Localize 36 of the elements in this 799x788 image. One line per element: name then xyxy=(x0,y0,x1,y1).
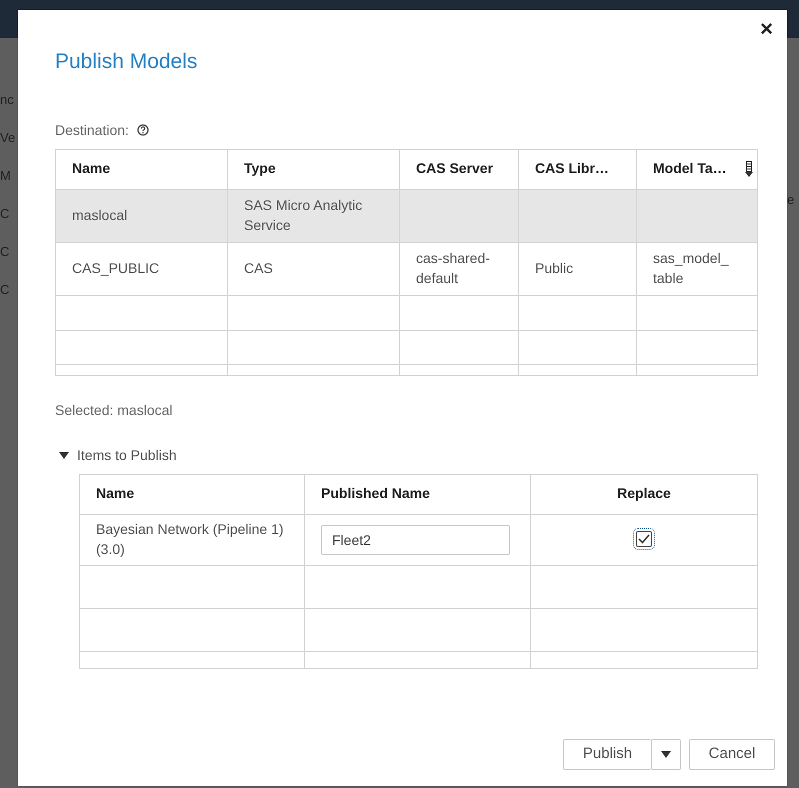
caret-icon[interactable] xyxy=(59,452,69,458)
table-cell: cas-shared-default xyxy=(416,250,490,286)
background-text: C xyxy=(0,281,10,299)
section-header[interactable]: Items to Publish xyxy=(77,444,177,466)
table-cell: sas_model_ table xyxy=(653,250,728,286)
replace-checkbox[interactable] xyxy=(636,530,652,547)
publish-button[interactable]: Publish xyxy=(563,739,651,770)
background-text: C xyxy=(0,205,10,223)
caret-icon xyxy=(661,751,671,758)
table-cell: SAS Micro Analytic Service xyxy=(244,196,362,232)
background-text: nc xyxy=(0,91,15,109)
table-cell: maslocal xyxy=(72,206,128,223)
destination-label: Destination: xyxy=(55,120,129,140)
column-header[interactable]: Replace xyxy=(617,485,671,502)
table-cell: CAS xyxy=(244,260,273,276)
background-text: Ve xyxy=(0,129,16,147)
column-header[interactable]: Name xyxy=(72,160,110,176)
dropdown-button[interactable] xyxy=(651,739,681,770)
table-row[interactable]: CAS_PUBLIC CAS cas-shared-default Public sas_model_ table xyxy=(56,242,758,295)
background-text: C xyxy=(0,243,10,261)
table-row[interactable]: maslocal SAS Micro Analytic Service xyxy=(56,189,758,242)
table-cell: CAS_PUBLIC xyxy=(72,260,160,276)
column-header[interactable]: Type xyxy=(244,160,276,176)
column-header[interactable]: Name xyxy=(96,485,134,502)
selected-label: Selected: maslocal xyxy=(55,402,173,418)
table-cell: Bayesian Network (Pipeline 1) (3.0) xyxy=(96,520,284,556)
cancel-button[interactable]: Cancel xyxy=(689,739,775,770)
dialog-title: Publish Models xyxy=(55,49,198,75)
published-name-field[interactable]: Fleet2 xyxy=(321,524,510,554)
background-text: e xyxy=(787,191,796,209)
column-menu-icon[interactable] xyxy=(745,161,753,177)
help-icon[interactable] xyxy=(136,124,149,136)
close-button[interactable]: × xyxy=(754,18,779,40)
background-text: M xyxy=(0,167,12,185)
table-cell: Public xyxy=(535,260,574,276)
column-header[interactable]: Published Name xyxy=(321,485,430,502)
